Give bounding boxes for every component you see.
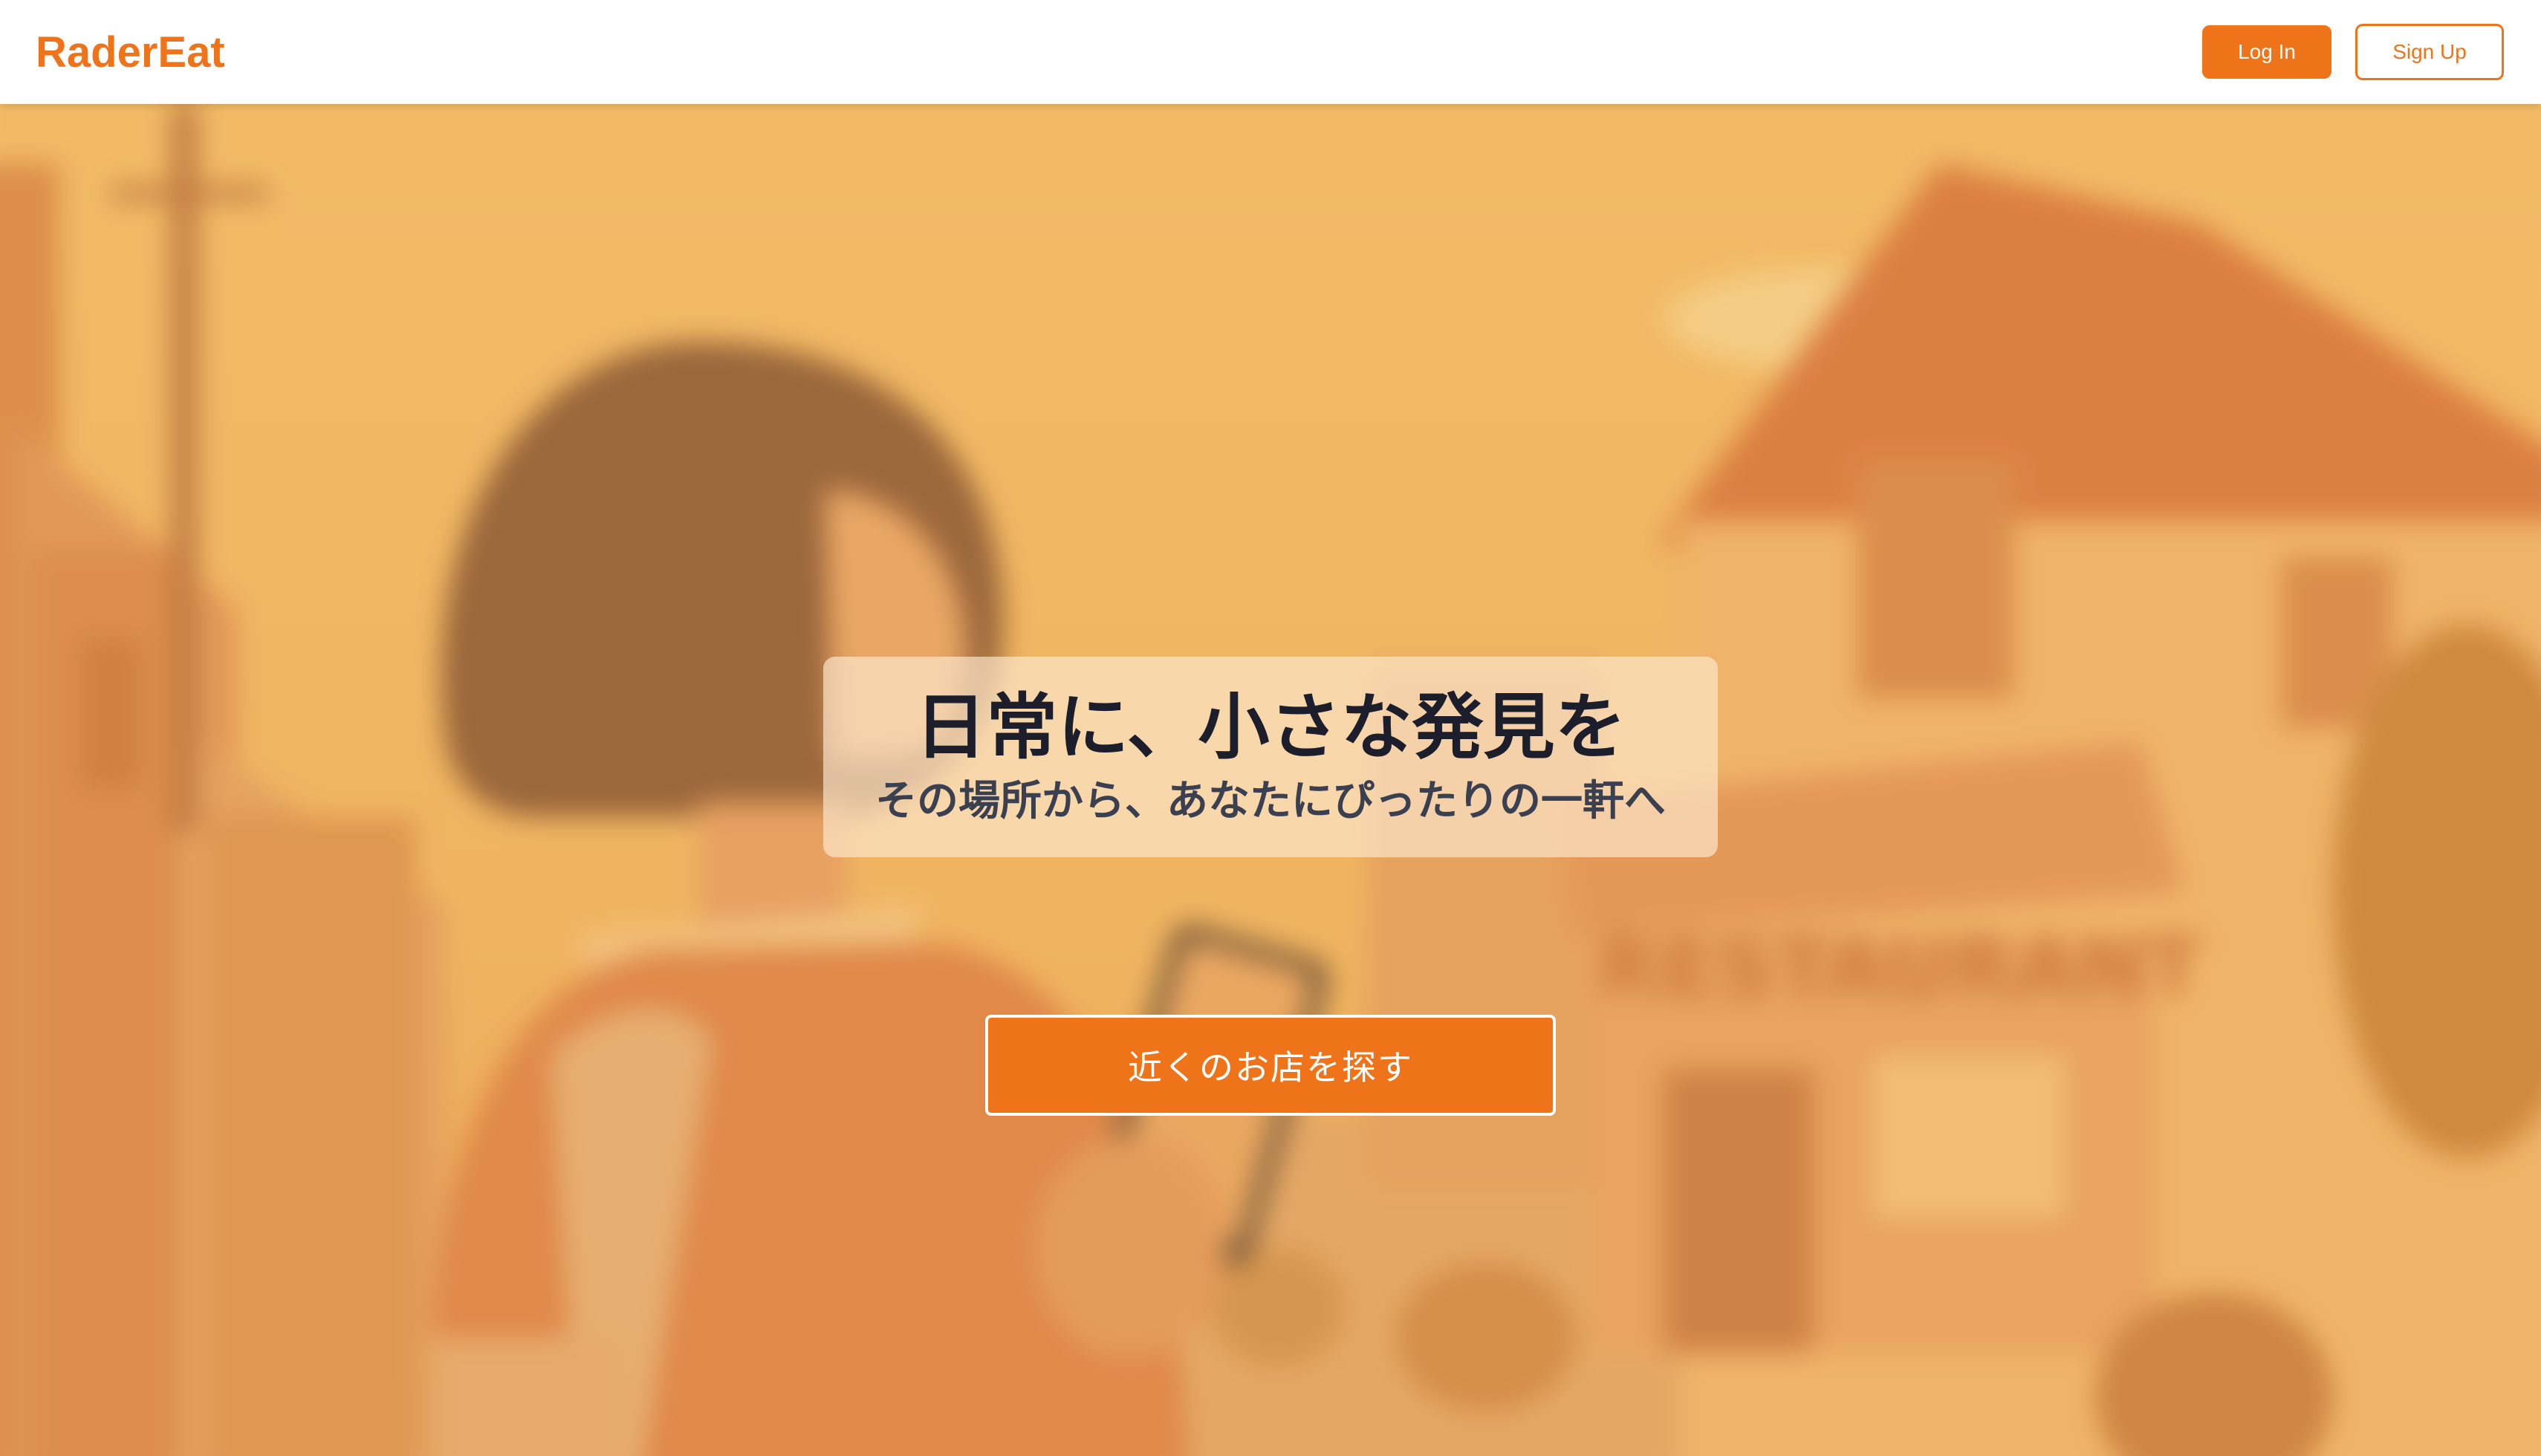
header-actions: Log In Sign Up (2202, 24, 2504, 80)
logo[interactable]: RaderEat (36, 27, 225, 77)
signup-button[interactable]: Sign Up (2355, 24, 2504, 80)
top-navigation-bar: RaderEat Log In Sign Up (0, 0, 2541, 104)
hero-subheadline: その場所から、あなたにぴったりの一軒へ (875, 776, 1666, 825)
headline-panel: 日常に、小さな発見を その場所から、あなたにぴったりの一軒へ (823, 657, 1718, 857)
hero-headline: 日常に、小さな発見を (915, 685, 1626, 769)
login-button[interactable]: Log In (2202, 25, 2331, 79)
find-nearby-restaurants-button[interactable]: 近くのお店を探す (985, 1015, 1556, 1116)
hero-section: RESTAURANT 日常に、小さな発見を その場所から、あなたにぴったりの一軒… (0, 104, 2541, 1456)
